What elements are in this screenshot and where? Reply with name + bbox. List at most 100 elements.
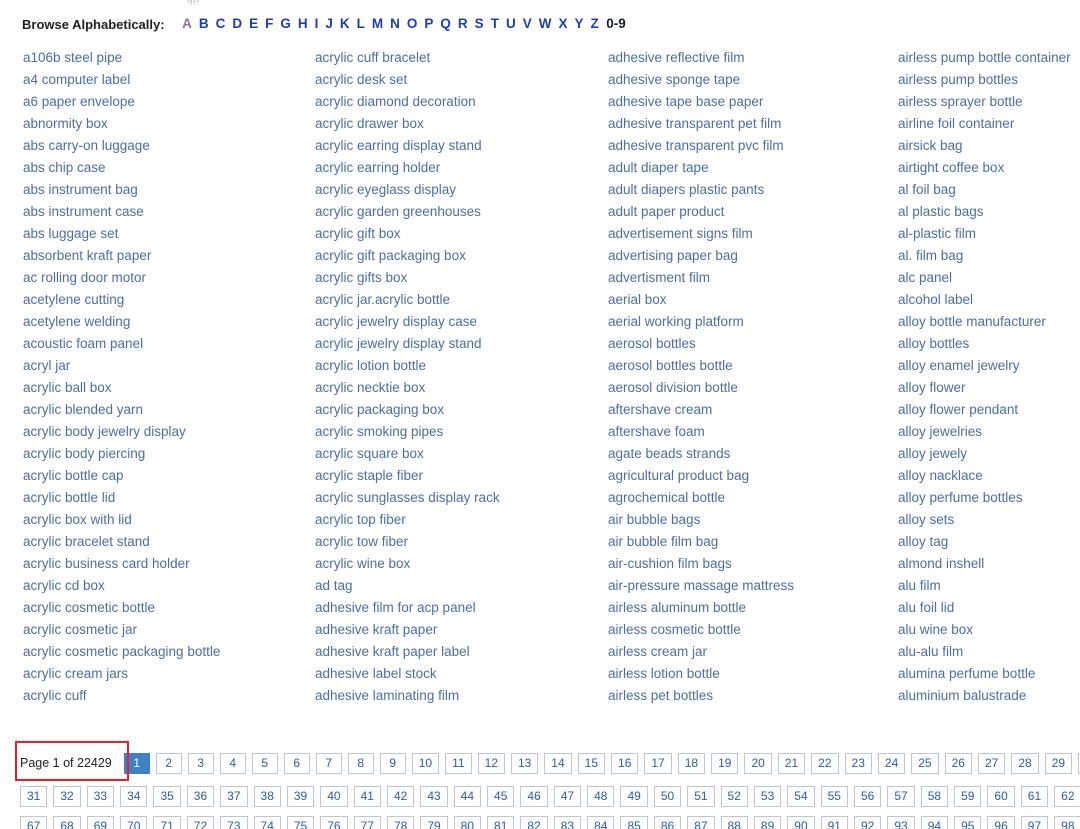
term-link[interactable]: acrylic jar.acrylic bottle [315, 289, 605, 311]
term-link[interactable]: acrylic bracelet stand [23, 531, 313, 553]
page-button-54[interactable]: 54 [787, 786, 815, 807]
page-button-2[interactable]: 2 [155, 753, 182, 774]
term-link[interactable]: acrylic cream jars [23, 663, 313, 685]
page-button-11[interactable]: 11 [445, 753, 472, 774]
page-button-55[interactable]: 55 [820, 786, 848, 807]
page-button-68[interactable]: 68 [53, 816, 81, 829]
term-link[interactable]: acrylic gift box [315, 223, 605, 245]
page-button-81[interactable]: 81 [487, 816, 515, 829]
term-link[interactable]: alumina perfume bottle [898, 663, 1080, 685]
page-button-17[interactable]: 17 [644, 753, 672, 774]
page-button-24[interactable]: 24 [877, 753, 906, 774]
page-button-93[interactable]: 93 [887, 816, 915, 829]
term-link[interactable]: acrylic drawer box [315, 113, 605, 135]
term-link[interactable]: agate beads strands [608, 443, 898, 465]
term-link[interactable]: aerosol bottles bottle [608, 355, 898, 377]
term-link[interactable]: acrylic earring holder [315, 157, 605, 179]
term-link[interactable]: abs chip case [23, 157, 313, 179]
alphabet-link-n[interactable]: N [387, 16, 404, 32]
page-button-42[interactable]: 42 [386, 786, 415, 807]
page-button-85[interactable]: 85 [620, 816, 648, 829]
term-link[interactable]: acrylic lotion bottle [315, 355, 605, 377]
page-button-74[interactable]: 74 [253, 816, 281, 829]
term-link[interactable]: airless pump bottle container [898, 47, 1080, 69]
term-link[interactable]: acrylic jewelry display case [315, 311, 605, 333]
page-button-73[interactable]: 73 [220, 816, 248, 829]
alphabet-link-a[interactable]: A [179, 16, 196, 32]
page-button-38[interactable]: 38 [253, 786, 281, 807]
term-link[interactable]: acetylene welding [23, 311, 313, 333]
page-button-91[interactable]: 91 [820, 816, 848, 829]
page-button-80[interactable]: 80 [453, 816, 482, 829]
alphabet-link-g[interactable]: G [277, 16, 295, 32]
term-link[interactable]: acrylic garden greenhouses [315, 201, 605, 223]
term-link[interactable]: absorbent kraft paper [23, 245, 313, 267]
term-link[interactable]: adult diaper tape [608, 157, 898, 179]
page-button-82[interactable]: 82 [520, 816, 548, 829]
page-button-50[interactable]: 50 [653, 786, 682, 807]
term-link[interactable]: al foil bag [898, 179, 1080, 201]
page-button-98[interactable]: 98 [1054, 816, 1080, 829]
page-button-10[interactable]: 10 [411, 753, 440, 774]
term-link[interactable]: acoustic foam panel [23, 333, 313, 355]
term-link[interactable]: adhesive kraft paper label [315, 641, 605, 663]
term-link[interactable]: abs carry-on luggage [23, 135, 313, 157]
alphabet-link-h[interactable]: H [294, 16, 311, 32]
page-button-35[interactable]: 35 [153, 786, 181, 807]
term-link[interactable]: alloy flower [898, 377, 1080, 399]
term-link[interactable]: adhesive tape base paper [608, 91, 898, 113]
term-link[interactable]: alloy perfume bottles [898, 487, 1080, 509]
page-button-97[interactable]: 97 [1020, 816, 1049, 829]
page-button-90[interactable]: 90 [787, 816, 815, 829]
term-link[interactable]: a4 computer label [23, 69, 313, 91]
page-button-60[interactable]: 60 [987, 786, 1015, 807]
alphabet-link-k[interactable]: K [336, 16, 353, 32]
term-link[interactable]: a6 paper envelope [23, 91, 313, 113]
term-link[interactable]: acrylic necktie box [315, 377, 605, 399]
term-link[interactable]: alcohol label [898, 289, 1080, 311]
alphabet-link-s[interactable]: S [471, 16, 487, 32]
term-link[interactable]: alloy tag [898, 531, 1080, 553]
term-link[interactable]: advertisement signs film [608, 223, 898, 245]
alphabet-link-o[interactable]: O [403, 16, 421, 32]
alphabet-link-f[interactable]: F [262, 16, 277, 32]
term-link[interactable]: acrylic sunglasses display rack [315, 487, 605, 509]
term-link[interactable]: alc panel [898, 267, 1080, 289]
page-button-48[interactable]: 48 [587, 786, 615, 807]
page-button-79[interactable]: 79 [420, 816, 448, 829]
term-link[interactable]: acetylene cutting [23, 289, 313, 311]
term-link[interactable]: agricultural product bag [608, 465, 898, 487]
alphabet-link-e[interactable]: E [246, 16, 262, 32]
term-link[interactable]: acrylic staple fiber [315, 465, 605, 487]
term-link[interactable]: adhesive laminating film [315, 685, 605, 707]
page-button-69[interactable]: 69 [86, 816, 115, 829]
page-button-84[interactable]: 84 [587, 816, 615, 829]
page-button-13[interactable]: 13 [510, 753, 539, 774]
term-link[interactable]: acrylic box with lid [23, 509, 313, 531]
term-link[interactable]: a106b steel pipe [23, 47, 313, 69]
alphabet-link-q[interactable]: Q [437, 16, 455, 32]
page-button-39[interactable]: 39 [286, 786, 315, 807]
term-link[interactable]: aluminium balustrade [898, 685, 1080, 707]
page-button-15[interactable]: 15 [577, 753, 606, 774]
term-link[interactable]: al. film bag [898, 245, 1080, 267]
term-link[interactable]: alu wine box [898, 619, 1080, 641]
page-button-94[interactable]: 94 [920, 816, 949, 829]
page-button-61[interactable]: 61 [1020, 786, 1049, 807]
page-button-23[interactable]: 23 [844, 753, 872, 774]
page-button-29[interactable]: 29 [1044, 753, 1073, 774]
term-link[interactable]: adhesive transparent pet film [608, 113, 898, 135]
page-button-5[interactable]: 5 [251, 753, 278, 774]
page-button-77[interactable]: 77 [353, 816, 381, 829]
alphabet-link-numeric[interactable]: 0-9 [602, 16, 626, 32]
page-button-87[interactable]: 87 [687, 816, 715, 829]
term-link[interactable]: adult paper product [608, 201, 898, 223]
term-link[interactable]: alu foil lid [898, 597, 1080, 619]
term-link[interactable]: acrylic jewelry display stand [315, 333, 605, 355]
page-button-78[interactable]: 78 [386, 816, 415, 829]
term-link[interactable]: acrylic cosmetic packaging bottle [23, 641, 313, 663]
page-button-31[interactable]: 31 [20, 786, 48, 807]
term-link[interactable]: abs instrument bag [23, 179, 313, 201]
page-button-28[interactable]: 28 [1011, 753, 1039, 774]
alphabet-link-i[interactable]: I [311, 16, 322, 32]
